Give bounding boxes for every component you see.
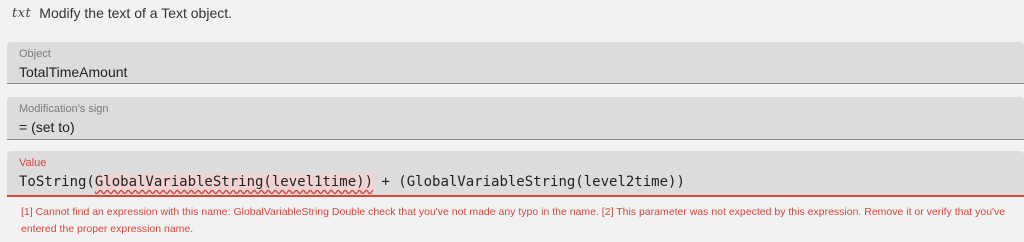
- action-header: txt Modify the text of a Text object.: [12, 3, 232, 23]
- modification-sign-label: Modification's sign: [19, 103, 109, 115]
- object-field-value[interactable]: TotalTimeAmount: [19, 64, 127, 80]
- object-field[interactable]: Object TotalTimeAmount: [7, 42, 1024, 84]
- modification-sign-select[interactable]: Modification's sign = (set to): [7, 97, 1024, 140]
- object-field-label: Object: [19, 48, 51, 60]
- text-object-icon: txt: [12, 5, 32, 21]
- value-expression-field[interactable]: Value ToString(GlobalVariableString(leve…: [7, 151, 1024, 197]
- expression-prefix: ToString(: [19, 174, 95, 190]
- expression-error-token: GlobalVariableString(level1time)): [94, 174, 374, 190]
- expression-error-message: [1] Cannot find an expression with this …: [21, 206, 1006, 235]
- value-field-label: Value: [19, 157, 47, 169]
- modification-sign-value[interactable]: = (set to): [19, 119, 75, 135]
- action-description: Modify the text of a Text object.: [39, 5, 233, 21]
- expression-suffix: + (GlobalVariableString(level2time)): [373, 174, 685, 190]
- value-expression-input[interactable]: ToString(GlobalVariableString(level1time…: [19, 174, 685, 190]
